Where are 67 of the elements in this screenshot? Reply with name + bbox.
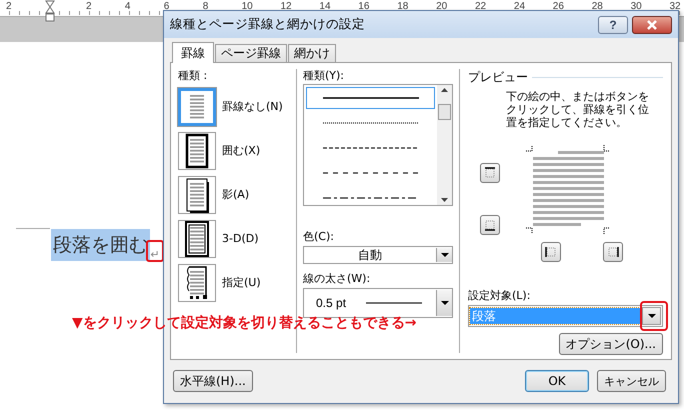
ruler-number: 30: [630, 1, 642, 12]
line-sample-icon: [322, 121, 418, 125]
line-sample-icon: [322, 196, 418, 200]
ruler-number: 18: [397, 1, 408, 12]
preview-heading: プレビュー: [468, 69, 528, 86]
dropdown-arrow-icon[interactable]: [440, 301, 448, 305]
line-sample-icon: [322, 96, 418, 100]
border-position-button[interactable]: [480, 215, 500, 235]
color-label: 色(C):: [303, 230, 335, 244]
border-setting-option[interactable]: 罫線なし(N): [178, 86, 296, 127]
border-position-button[interactable]: [603, 242, 623, 262]
setting-label: 種類 :: [178, 69, 208, 83]
document-text: 段落を囲む: [51, 229, 150, 261]
border-setting-option[interactable]: 指定(U): [178, 262, 296, 303]
dropdown-arrow-icon[interactable]: [440, 253, 448, 257]
scroll-down-icon[interactable]: [441, 198, 448, 202]
ruler-number: 12: [280, 1, 292, 12]
color-dropdown[interactable]: 自動: [303, 246, 453, 264]
close-icon: [646, 20, 658, 30]
line-sample-icon: [322, 171, 418, 175]
ruler-number: 14: [319, 1, 331, 12]
line-sample-icon: [366, 302, 422, 304]
preview-instructions: 下の絵の中、またはボタンをクリックして、罫線を引く位置を指定してください。: [506, 90, 650, 129]
ruler-number: 22: [475, 1, 486, 12]
width-dropdown[interactable]: 0.5 pt: [303, 288, 453, 318]
tab[interactable]: 網かけ: [288, 44, 336, 62]
cancel-button[interactable]: キャンセル: [597, 370, 666, 392]
line-style-item[interactable]: [306, 87, 435, 109]
ruler-number: 16: [358, 1, 370, 12]
ruler-number: 4: [124, 1, 130, 12]
ruler-number: 8: [202, 1, 208, 12]
ruler-number: 26: [552, 1, 564, 12]
ruler-number: 20: [436, 1, 448, 12]
border-setting-option[interactable]: 囲む(X): [178, 130, 296, 171]
border-edge-icon: [483, 218, 497, 232]
ruler-number: 2: [6, 1, 12, 12]
border-position-button[interactable]: [480, 163, 500, 183]
border-position-button[interactable]: [541, 242, 561, 262]
tab[interactable]: ページ罫線: [215, 44, 287, 62]
line-style-list[interactable]: [303, 84, 453, 206]
ruler-number: 28: [592, 1, 603, 12]
dropdown-arrow-icon[interactable]: [648, 314, 656, 318]
border-setting-option[interactable]: 3-D(D): [178, 218, 296, 259]
help-button[interactable]: ?: [598, 16, 628, 34]
window-title: 線種とページ罫線と網かけの設定: [170, 16, 366, 33]
scroll-up-icon[interactable]: [441, 88, 448, 92]
scrollbar[interactable]: [437, 85, 452, 205]
ruler-number: 2: [86, 1, 92, 12]
horizontal-line-button[interactable]: 水平線(H)...: [173, 370, 253, 392]
border-edge-icon: [544, 245, 558, 259]
border-edge-icon: [606, 245, 620, 259]
border-setting-option[interactable]: 影(A): [178, 174, 296, 215]
line-sample-icon: [322, 146, 418, 150]
close-button[interactable]: [632, 16, 672, 34]
highlight-box: [640, 301, 668, 331]
style-label: 種類(Y):: [303, 69, 346, 83]
scroll-thumb[interactable]: [438, 104, 451, 120]
options-button[interactable]: オプション(O)...: [558, 333, 663, 355]
ok-button[interactable]: OK: [525, 370, 589, 392]
border-edge-icon: [483, 166, 497, 180]
width-label: 線の太さ(W):: [303, 272, 372, 286]
ruler-number: 32: [670, 1, 681, 12]
ruler-number: 6: [164, 1, 170, 12]
tab[interactable]: 罫線: [172, 42, 214, 63]
apply-to-label: 設定対象(L):: [468, 289, 530, 302]
ruler-number: 24: [514, 1, 526, 12]
ruler-number: 10: [242, 1, 253, 12]
